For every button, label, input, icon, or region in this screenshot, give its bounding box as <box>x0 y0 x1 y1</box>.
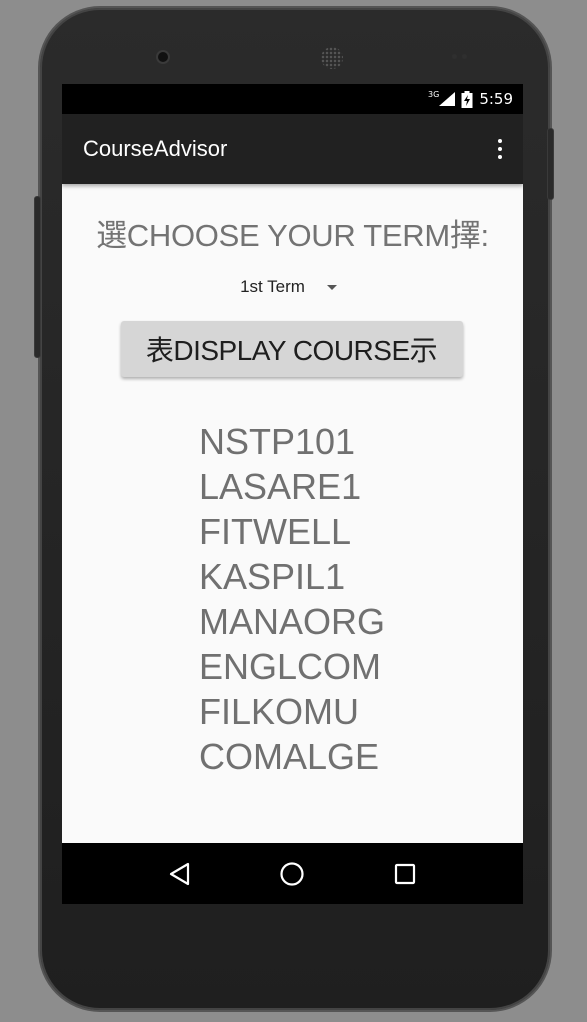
recents-square-icon <box>394 863 415 884</box>
volume-button <box>34 196 41 358</box>
display-course-button[interactable]: 表DISPLAY COURSE示 <box>120 321 463 377</box>
term-prompt-label: 選CHOOSE YOUR TERM擇: <box>96 218 489 253</box>
app-title: CourseAdvisor <box>83 136 228 161</box>
device-screen: 3G 5:59 CourseAdvisor 選CHOOSE YOUR TERM擇… <box>62 84 523 904</box>
navigation-bar <box>62 843 523 904</box>
back-button[interactable] <box>160 854 200 894</box>
light-sensor <box>462 54 467 59</box>
home-circle-icon <box>280 861 305 886</box>
signal-icon <box>439 92 456 106</box>
list-item: ENGLCOM <box>199 646 382 687</box>
main-content: 選CHOOSE YOUR TERM擇: 1st Term 表DISPLAY CO… <box>62 210 523 779</box>
list-item: LASARE1 <box>199 466 362 507</box>
recents-button[interactable] <box>385 854 425 894</box>
course-list: NSTP101 LASARE1 FITWELL KASPIL1 MANAORG … <box>199 419 523 779</box>
list-item: NSTP101 <box>199 421 356 462</box>
app-bar: CourseAdvisor <box>62 114 523 184</box>
home-button[interactable] <box>272 854 312 894</box>
list-item: FILKOMU <box>199 691 360 732</box>
battery-icon <box>461 90 473 108</box>
list-item: MANAORG <box>199 601 386 642</box>
more-vert-icon[interactable] <box>497 139 503 159</box>
list-item: KASPIL1 <box>199 556 346 597</box>
status-bar: 3G 5:59 <box>62 84 523 114</box>
clock: 5:59 <box>479 90 513 108</box>
list-item: FITWELL <box>199 511 352 552</box>
term-spinner[interactable]: 1st Term <box>240 277 337 297</box>
front-camera <box>158 52 168 62</box>
power-button <box>547 128 554 200</box>
earpiece-speaker <box>321 47 343 69</box>
term-spinner-value: 1st Term <box>240 277 305 296</box>
back-triangle-icon <box>170 862 190 885</box>
dropdown-arrow-icon <box>326 284 337 290</box>
list-item: COMALGE <box>199 736 380 777</box>
proximity-sensor <box>452 54 457 59</box>
network-type-label: 3G <box>428 89 440 99</box>
